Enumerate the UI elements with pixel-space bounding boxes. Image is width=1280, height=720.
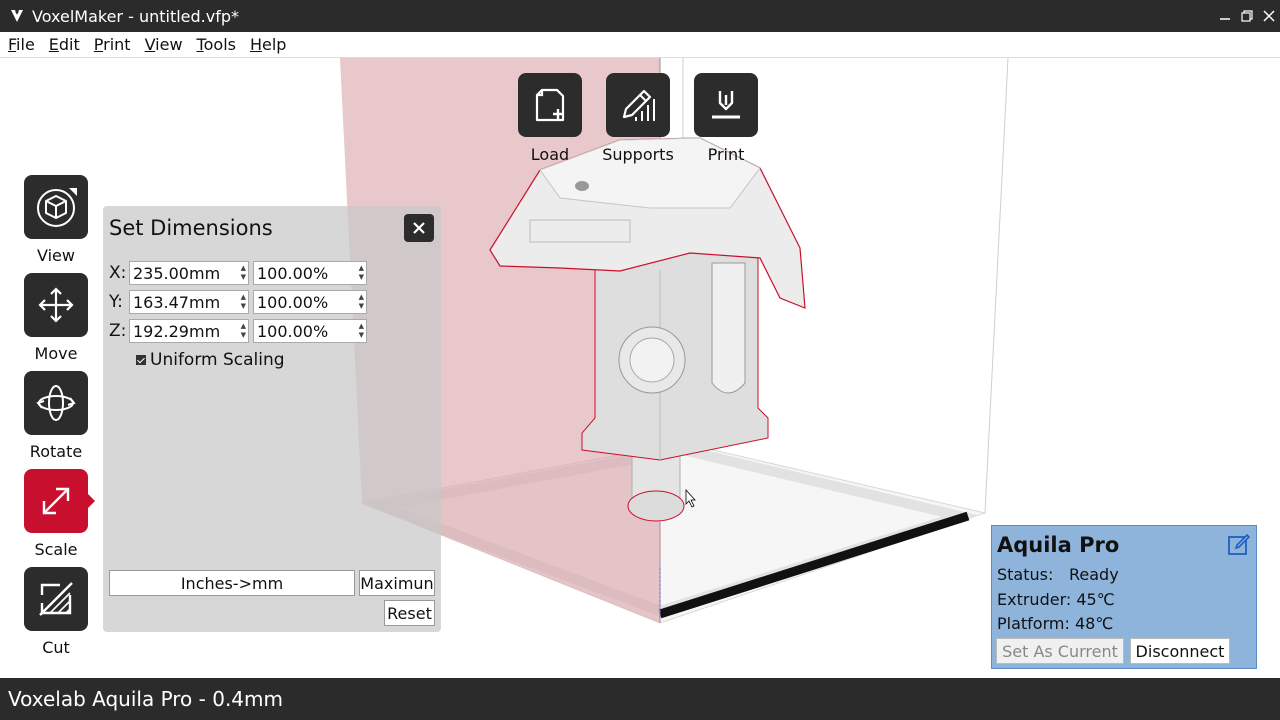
menu-edit[interactable]: Edit xyxy=(49,35,80,54)
set-as-current-button[interactable]: Set As Current xyxy=(996,638,1124,664)
rotate-tool: Rotate xyxy=(24,371,88,461)
spin-arrows-icon[interactable]: ▲ ▼ xyxy=(241,293,246,311)
y-percent-input[interactable]: 100.00% ▲ ▼ xyxy=(253,290,367,314)
menu-help[interactable]: Help xyxy=(250,35,286,54)
load-tool: Load xyxy=(518,73,582,164)
cut-tool: Cut xyxy=(24,567,88,657)
status-row: Status: Ready xyxy=(997,565,1119,584)
cut-label: Cut xyxy=(42,638,70,657)
extruder-temp: Extruder: 45℃ xyxy=(997,590,1115,609)
spin-arrows-icon[interactable]: ▲ ▼ xyxy=(241,322,246,340)
dimension-row-x: X: 235.00mm ▲ ▼ 100.00% ▲ ▼ xyxy=(109,261,367,285)
z-mm-input[interactable]: 192.29mm ▲ ▼ xyxy=(129,319,249,343)
printer-status-panel: Aquila Pro Status: Ready Extruder: 45℃ P… xyxy=(991,525,1257,669)
menu-tools[interactable]: Tools xyxy=(197,35,236,54)
move-label: Move xyxy=(34,344,78,363)
supports-button[interactable] xyxy=(606,73,670,137)
extruder-row: Extruder: 45℃ xyxy=(997,590,1115,609)
close-window-button[interactable] xyxy=(1258,0,1280,32)
supports-tool: Supports xyxy=(602,73,674,164)
voxelmaker-logo-icon xyxy=(8,7,26,25)
rotate-button[interactable] xyxy=(24,371,88,435)
set-dimensions-panel: Set Dimensions X: 235.00mm ▲ ▼ 100.00% ▲ ▼ Y… xyxy=(103,206,441,632)
rotate-label: Rotate xyxy=(29,442,83,461)
3d-viewport[interactable]: Load Supports Print View Move Rotate Sca… xyxy=(0,58,1280,678)
title-bar: VoxelMaker - untitled.vfp* xyxy=(0,0,1280,32)
status-label: Status: xyxy=(997,565,1054,584)
spin-arrows-icon[interactable]: ▲ ▼ xyxy=(359,322,364,340)
scale-arrows-icon xyxy=(42,487,70,515)
close-icon xyxy=(413,222,425,234)
x-percent-input[interactable]: 100.00% ▲ ▼ xyxy=(253,261,367,285)
printer-name: Aquila Pro xyxy=(997,533,1120,557)
view-label: View xyxy=(37,246,75,265)
menu-view[interactable]: View xyxy=(145,35,183,54)
checkbox-checked-icon[interactable] xyxy=(136,355,146,365)
status-bar: Voxelab Aquila Pro - 0.4mm xyxy=(0,678,1280,720)
status-value: Ready xyxy=(1069,565,1119,584)
view-button[interactable] xyxy=(24,175,88,239)
load-label: Load xyxy=(530,145,570,164)
print-label: Print xyxy=(707,145,745,164)
supports-label: Supports xyxy=(602,145,674,164)
cut-slice-icon xyxy=(39,582,73,616)
view-tool: View xyxy=(24,175,88,265)
panel-title: Set Dimensions xyxy=(109,216,273,240)
printer-profile-text: Voxelab Aquila Pro - 0.4mm xyxy=(8,687,283,711)
x-mm-input[interactable]: 235.00mm ▲ ▼ xyxy=(129,261,249,285)
scale-tool: Scale xyxy=(24,469,95,559)
dimension-row-y: Y: 163.47mm ▲ ▼ 100.00% ▲ ▼ xyxy=(109,290,367,314)
platform-temp: Platform: 48℃ xyxy=(997,614,1114,633)
rotate-icon xyxy=(36,385,76,421)
scale-label: Scale xyxy=(34,540,78,559)
edit-icon[interactable] xyxy=(1228,533,1251,556)
spin-arrows-icon[interactable]: ▲ ▼ xyxy=(359,293,364,311)
supports-pencil-icon xyxy=(622,89,655,121)
file-add-icon xyxy=(535,88,565,122)
axis-label: Y: xyxy=(109,292,123,312)
menu-file[interactable]: File xyxy=(8,35,35,54)
load-button[interactable] xyxy=(518,73,582,137)
scale-button[interactable] xyxy=(24,469,95,533)
uniform-scaling-label: Uniform Scaling xyxy=(150,350,285,370)
spin-arrows-icon[interactable]: ▲ ▼ xyxy=(359,264,364,282)
move-tool: Move xyxy=(24,273,88,363)
maximum-button[interactable]: Maximun xyxy=(359,570,435,596)
restore-button[interactable] xyxy=(1236,0,1258,32)
uniform-scaling-checkbox[interactable]: Uniform Scaling xyxy=(136,350,285,370)
axis-label: X: xyxy=(109,263,127,283)
axis-label: Z: xyxy=(109,321,127,341)
cube-view-icon xyxy=(37,188,77,227)
minimize-button[interactable] xyxy=(1214,0,1236,32)
print-button[interactable] xyxy=(694,73,758,137)
window-controls xyxy=(1214,0,1280,32)
move-button[interactable] xyxy=(24,273,88,337)
inches-to-mm-button[interactable]: Inches->mm xyxy=(109,570,355,596)
menu-bar: File Edit Print View Tools Help xyxy=(0,32,1280,58)
cut-button[interactable] xyxy=(24,567,88,631)
move-arrows-icon xyxy=(38,287,74,323)
disconnect-button[interactable]: Disconnect xyxy=(1130,638,1230,664)
z-percent-input[interactable]: 100.00% ▲ ▼ xyxy=(253,319,367,343)
window-title: VoxelMaker - untitled.vfp* xyxy=(32,6,239,26)
close-panel-button[interactable] xyxy=(404,214,434,242)
reset-button[interactable]: Reset xyxy=(384,600,435,626)
dimension-row-z: Z: 192.29mm ▲ ▼ 100.00% ▲ ▼ xyxy=(109,319,367,343)
print-nozzle-icon xyxy=(712,91,740,119)
platform-row: Platform: 48℃ xyxy=(997,614,1113,633)
print-tool: Print xyxy=(694,73,758,164)
menu-print[interactable]: Print xyxy=(94,35,131,54)
y-mm-input[interactable]: 163.47mm ▲ ▼ xyxy=(129,290,249,314)
spin-arrows-icon[interactable]: ▲ ▼ xyxy=(241,264,246,282)
